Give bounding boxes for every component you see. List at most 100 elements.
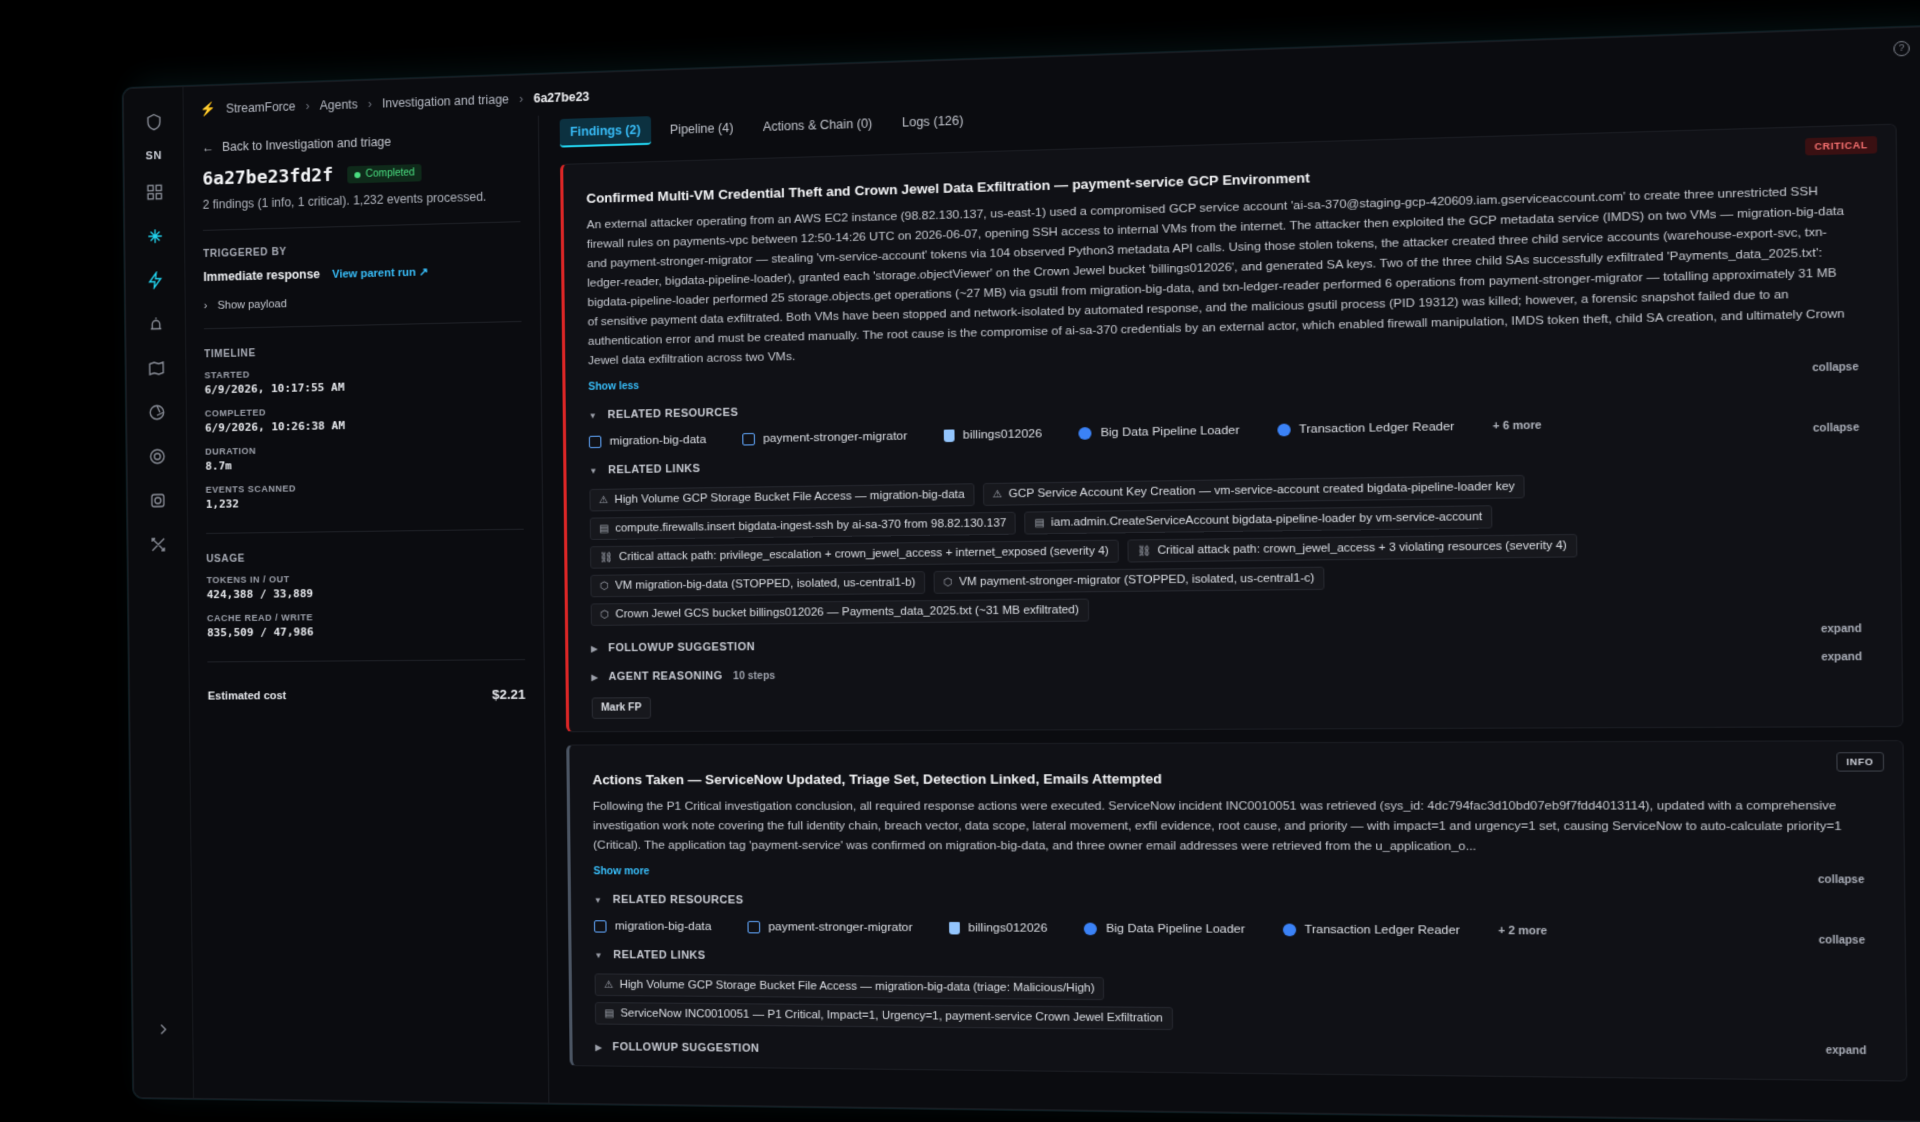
severity-badge: CRITICAL (1805, 136, 1878, 156)
tools-icon[interactable] (142, 528, 174, 560)
resource-name: Transaction Ledger Reader (1304, 923, 1461, 938)
link-text: High Volume GCP Storage Bucket File Acce… (614, 488, 965, 507)
vm-chip-icon (741, 432, 755, 446)
breadcrumb-item[interactable]: StreamForce (226, 99, 296, 115)
usage-value: 424,388 / 33,889 (206, 587, 314, 602)
related-link[interactable]: ⛓ Critical attack path: crown_jewel_acces… (1127, 533, 1578, 563)
aperture-icon[interactable] (140, 396, 172, 429)
expand-button[interactable]: expand (1821, 623, 1862, 635)
section-label: FOLLOWUP SUGGESTION (608, 640, 756, 655)
agent-reasoning-header[interactable]: ▶ AGENT REASONING 10 steps (591, 662, 1880, 683)
tab-logs[interactable]: Logs (126) (891, 107, 974, 137)
mark-false-positive-button[interactable]: Mark FP (591, 697, 651, 719)
section-label: FOLLOWUP SUGGESTION (612, 1041, 760, 1055)
breadcrumb-item[interactable]: Investigation and triage (382, 92, 509, 110)
chevron-right-icon: › (203, 300, 208, 313)
view-parent-run-link[interactable]: View parent run ↗ (332, 265, 428, 281)
expand-button[interactable]: expand (1826, 1045, 1867, 1057)
finding-card-info: INFO Actions Taken — ServiceNow Updated,… (566, 740, 1908, 1082)
finding-title: Actions Taken — ServiceNow Updated, Tria… (592, 770, 1163, 788)
timeline-label: TIMELINE (204, 348, 256, 361)
related-links-section: collapse ▼ RELATED LINKS ⚠ High Volume GCP… (594, 935, 1884, 1037)
alarm-icon[interactable] (139, 308, 171, 341)
bolt-icon[interactable] (139, 264, 171, 297)
breadcrumb-current: 6a27be23 (533, 89, 590, 106)
collapse-button[interactable]: collapse (1812, 362, 1859, 375)
more-resources-link[interactable]: + 2 more (1498, 925, 1547, 938)
tab-findings[interactable]: Findings (2) (559, 116, 652, 148)
app-window: SN ⚡ StreamForce › Agents › Investigatio… (122, 25, 1920, 1122)
link-text: VM payment-stronger-migrator (STOPPED, i… (959, 572, 1315, 589)
resource-chip[interactable]: Big Data Pipeline Loader (1084, 922, 1245, 936)
show-payload-toggle[interactable]: › Show payload (203, 292, 522, 330)
chevron-right-icon: › (305, 98, 310, 114)
related-link[interactable]: ▤ iam.admin.CreateServiceAccount bigdata-… (1024, 505, 1493, 535)
caret-right-icon: ▶ (591, 643, 598, 654)
collapse-button[interactable]: collapse (1819, 935, 1866, 947)
related-link[interactable]: ⚠ GCP Service Account Key Creation — vm-s… (982, 474, 1526, 506)
resource-name: billings012026 (968, 922, 1048, 935)
timeline-section: TIMELINE STARTED 6/9/2026, 10:17:55 AM CO… (204, 342, 524, 534)
finding-card-critical: CRITICAL Confirmed Multi-VM Credential T… (560, 123, 1904, 733)
followup-suggestion-header[interactable]: ▶ FOLLOWUP SUGGESTION (595, 1041, 1885, 1067)
service-account-icon (1078, 427, 1092, 440)
resource-chip[interactable]: Transaction Ledger Reader (1282, 923, 1461, 938)
chevron-right-icon: › (519, 91, 524, 107)
findings-panel: Findings (2) Pipeline (4) Actions & Chai… (539, 70, 1920, 1121)
expand-button[interactable]: expand (1821, 652, 1862, 664)
related-link[interactable]: ▤ ServiceNow INC0010051 — P1 Critical, Im… (594, 1002, 1173, 1031)
triggered-by-label: TRIGGERED BY (203, 246, 287, 261)
resource-chip[interactable]: billings012026 (948, 921, 1048, 935)
collapse-button[interactable]: collapse (1818, 874, 1865, 886)
map-icon[interactable] (140, 352, 172, 385)
show-payload-label: Show payload (217, 298, 287, 312)
caret-down-icon: ▼ (588, 410, 598, 421)
cube-icon: ⬡ (599, 580, 609, 592)
followup-suggestion-section: expand ▶ FOLLOWUP SUGGESTION (591, 623, 1880, 655)
usage-value: 835,509 / 47,986 (207, 625, 314, 640)
followup-suggestion-header[interactable]: ▶ FOLLOWUP SUGGESTION (591, 632, 1880, 655)
resource-chip[interactable]: migration-big-data (593, 920, 712, 933)
help-icon[interactable]: ? (1893, 40, 1910, 57)
related-link[interactable]: ⬡ Crown Jewel GCS bucket billings012026 —… (590, 598, 1089, 626)
user-avatar[interactable]: SN (146, 150, 162, 163)
related-resources-header[interactable]: ▼ RELATED RESOURCES (594, 894, 1884, 912)
sparkle-agents-icon[interactable] (139, 220, 171, 253)
timeline-value: 1,232 (205, 497, 240, 511)
link-text: ServiceNow INC0010051 — P1 Critical, Imp… (620, 1007, 1163, 1025)
resource-chip[interactable]: Big Data Pipeline Loader (1078, 424, 1240, 440)
reasoning-steps-count: 10 steps (733, 670, 776, 682)
related-link[interactable]: ▤ compute.firewalls.insert bigdata-ingest… (589, 511, 1017, 541)
resource-chip[interactable]: Transaction Ledger Reader (1276, 420, 1455, 437)
related-link[interactable]: ⛓ Critical attack path: privilege_escalat… (590, 539, 1119, 569)
target-icon[interactable] (141, 440, 173, 473)
shield-logo-icon[interactable] (137, 106, 169, 139)
related-link[interactable]: ⚠ High Volume GCP Storage Bucket File Acc… (589, 483, 975, 512)
back-link[interactable]: ← Back to Investigation and triage (202, 131, 520, 155)
resource-chip[interactable]: migration-big-data (588, 433, 707, 449)
related-link[interactable]: ⚠ High Volume GCP Storage Bucket File Acc… (594, 973, 1105, 1001)
section-label: AGENT REASONING (608, 670, 723, 684)
related-link[interactable]: ⬡ VM migration-big-data (STOPPED, isolate… (590, 571, 926, 598)
related-links-header[interactable]: ▼ RELATED LINKS (594, 949, 1884, 970)
resource-name: Transaction Ledger Reader (1299, 420, 1455, 437)
resource-name: Big Data Pipeline Loader (1100, 424, 1240, 440)
expand-rail-chevron-icon[interactable] (147, 1013, 179, 1045)
tab-actions-chain[interactable]: Actions & Chain (0) (752, 110, 883, 141)
tab-pipeline[interactable]: Pipeline (4) (659, 114, 744, 143)
show-more-link[interactable]: Show more (593, 866, 1883, 881)
related-link[interactable]: ⬡ VM payment-stronger-migrator (STOPPED, … (933, 566, 1325, 594)
caret-right-icon: ▶ (591, 672, 599, 682)
resource-chip[interactable]: billings012026 (943, 428, 1042, 443)
dashboard-grid-icon[interactable] (138, 176, 170, 209)
database-icon[interactable] (141, 484, 173, 517)
service-account-icon (1282, 923, 1296, 937)
usage-key: CACHE READ / WRITE (206, 612, 314, 624)
resource-chip[interactable]: payment-stronger-migrator (741, 430, 907, 446)
collapse-button[interactable]: collapse (1813, 422, 1860, 435)
resource-chip[interactable]: payment-stronger-migrator (747, 920, 913, 934)
resource-name: migration-big-data (609, 433, 707, 448)
breadcrumb-item[interactable]: Agents (320, 97, 358, 112)
back-link-label: Back to Investigation and triage (221, 134, 392, 155)
more-resources-link[interactable]: + 6 more (1493, 419, 1542, 433)
